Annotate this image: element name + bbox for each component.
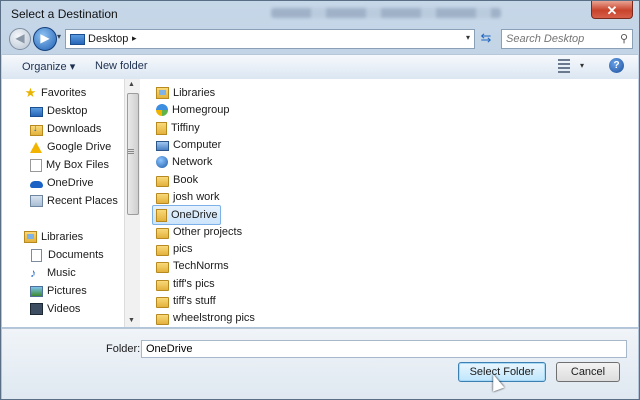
- nav-item-videos[interactable]: Videos: [30, 300, 80, 318]
- window-title: Select a Destination: [11, 7, 118, 21]
- select-destination-dialog: Select a Destination ✕ ◀ ▶ ▾ Desktop ▸ ▾…: [0, 0, 640, 400]
- search-box[interactable]: ⚲: [501, 29, 633, 49]
- favorites-star-icon: ★: [24, 85, 37, 100]
- cancel-button[interactable]: Cancel: [556, 362, 620, 382]
- user-folder-icon: [156, 121, 167, 135]
- breadcrumb-separator-icon[interactable]: ▸: [132, 33, 137, 44]
- address-row: ◀ ▶ ▾ Desktop ▸ ▾ ⇆ ⚲: [1, 26, 639, 52]
- scroll-down-icon[interactable]: ▼: [128, 317, 135, 324]
- list-item-tiffiny[interactable]: Tiffiny: [156, 119, 200, 137]
- libraries-icon: [24, 231, 37, 243]
- title-bar: Select a Destination ✕: [1, 1, 639, 25]
- onedrive-folder-icon: [156, 208, 167, 222]
- folder-icon: [156, 279, 169, 291]
- onedrive-icon: [30, 181, 43, 188]
- list-item-tiffs-pics[interactable]: tiff's pics: [156, 275, 215, 293]
- folder-icon: [156, 261, 169, 273]
- list-item-pics[interactable]: pics: [156, 240, 193, 258]
- forward-arrow-icon: ▶: [40, 31, 50, 45]
- google-drive-icon: [30, 141, 42, 153]
- scroll-up-icon[interactable]: ▲: [128, 81, 135, 88]
- nav-item-recent-places[interactable]: Recent Places: [30, 192, 118, 210]
- new-folder-button[interactable]: New folder: [95, 60, 148, 72]
- downloads-icon: [30, 123, 43, 136]
- nav-item-my-box-files[interactable]: My Box Files: [30, 156, 109, 174]
- refresh-icon[interactable]: ⇆: [477, 29, 495, 47]
- address-dropdown-icon[interactable]: ▾: [466, 33, 470, 42]
- libraries-icon: [156, 87, 169, 99]
- recent-places-icon: [30, 195, 43, 207]
- pictures-icon: [30, 286, 43, 297]
- computer-icon: [156, 140, 169, 151]
- organize-button[interactable]: Organize ▾: [22, 60, 75, 73]
- list-item-tiffs-stuff[interactable]: tiff's stuff: [156, 292, 216, 310]
- list-item-technorms[interactable]: TechNorms: [156, 257, 229, 275]
- folder-input[interactable]: [141, 340, 627, 358]
- folder-icon: [156, 244, 169, 256]
- back-button[interactable]: ◀: [9, 28, 31, 50]
- search-icon[interactable]: ⚲: [620, 32, 628, 45]
- folder-label: Folder:: [106, 343, 141, 355]
- folder-icon: [156, 175, 169, 187]
- nav-item-google-drive[interactable]: Google Drive: [30, 138, 111, 156]
- dialog-footer: Folder: Select Folder Cancel: [2, 328, 638, 399]
- music-icon: ♪: [30, 266, 36, 280]
- homegroup-icon: [156, 104, 168, 116]
- help-icon[interactable]: ?: [609, 58, 624, 73]
- list-item-onedrive[interactable]: OneDrive: [152, 205, 222, 225]
- nav-item-pictures[interactable]: Pictures: [30, 282, 87, 300]
- list-item-other-projects[interactable]: Other projects: [156, 223, 242, 241]
- desktop-icon: [30, 107, 43, 117]
- videos-icon: [30, 303, 43, 315]
- folder-icon: [156, 227, 169, 239]
- network-icon: [156, 156, 168, 168]
- navigation-pane: ★ Favorites Desktop Downloads Google Dri…: [2, 79, 124, 327]
- nav-item-onedrive[interactable]: OneDrive: [30, 174, 93, 192]
- list-item-libraries[interactable]: Libraries: [156, 84, 215, 102]
- navigation-pane-scrollbar[interactable]: ▲ ▼: [124, 79, 140, 327]
- nav-item-documents[interactable]: Documents: [30, 246, 104, 264]
- list-item-computer[interactable]: Computer: [156, 136, 221, 154]
- list-item-wheelstrong-pics[interactable]: wheelstrong pics: [156, 309, 255, 327]
- command-bar: Organize ▾ New folder ▾ ?: [2, 54, 638, 80]
- background-window-title: [271, 8, 501, 18]
- back-arrow-icon: ◀: [15, 31, 25, 45]
- file-list: Libraries Homegroup Tiffiny Computer Net…: [140, 79, 638, 327]
- forward-button[interactable]: ▶: [33, 27, 57, 51]
- nav-item-music[interactable]: ♪ Music: [30, 264, 76, 282]
- nav-favorites-header[interactable]: ★ Favorites: [24, 84, 87, 102]
- nav-libraries-header[interactable]: Libraries: [24, 228, 83, 246]
- folder-icon: [156, 296, 169, 308]
- search-input[interactable]: [506, 32, 610, 45]
- box-files-icon: [30, 158, 42, 172]
- folder-icon: [156, 192, 169, 204]
- scrollbar-grip-icon: [128, 149, 134, 155]
- list-item-book[interactable]: Book: [156, 171, 198, 189]
- address-bar[interactable]: Desktop ▸ ▾: [65, 29, 475, 49]
- view-dropdown-icon[interactable]: ▾: [580, 61, 584, 70]
- documents-icon: [31, 248, 42, 262]
- list-item-homegroup[interactable]: Homegroup: [156, 101, 229, 119]
- close-button[interactable]: ✕: [591, 1, 633, 19]
- list-item-josh-work[interactable]: josh work: [156, 188, 219, 206]
- view-options-icon[interactable]: [558, 59, 570, 73]
- nav-item-downloads[interactable]: Downloads: [30, 120, 101, 138]
- address-path[interactable]: Desktop: [88, 33, 128, 45]
- recent-pages-dropdown[interactable]: ▾: [57, 32, 61, 41]
- folder-icon: [156, 313, 169, 325]
- select-folder-button[interactable]: Select Folder: [458, 362, 546, 382]
- desktop-icon: [70, 34, 85, 45]
- list-item-network[interactable]: Network: [156, 153, 212, 171]
- nav-item-desktop[interactable]: Desktop: [30, 102, 87, 120]
